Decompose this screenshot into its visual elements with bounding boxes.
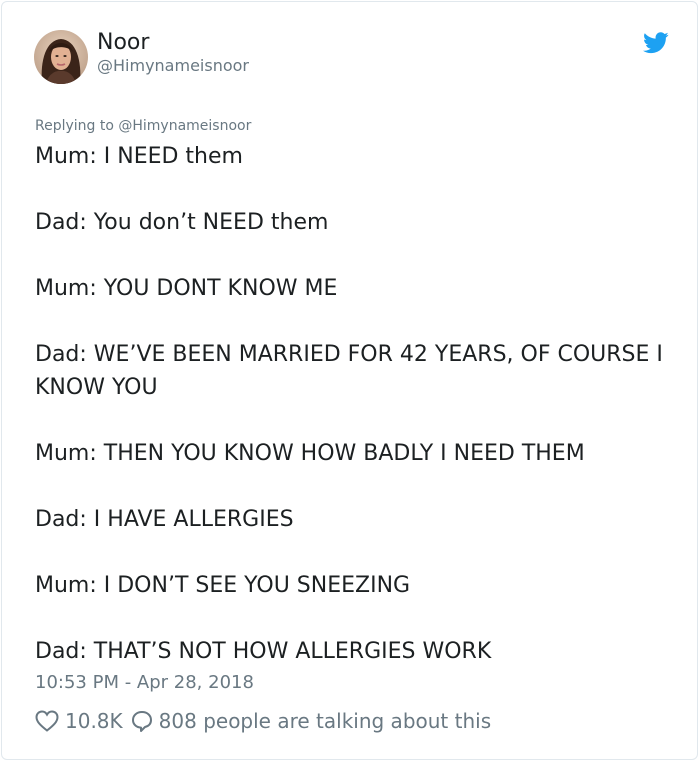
tweet-line: Dad: You don’t NEED them — [35, 210, 329, 235]
tweet-actions: 10.8K 808 people are talking about this — [35, 707, 491, 735]
tweet-line: Dad: WE’VE BEEN MARRIED FOR 42 YEARS, OF… — [35, 342, 663, 400]
tweet-line: Mum: I DON’T SEE YOU SNEEZING — [35, 573, 411, 598]
tweet-card: Noor @Himynameisnoor Replying to @Himyna… — [1, 1, 698, 760]
tweet-text: Mum: I NEED them Dad: You don’t NEED the… — [35, 140, 675, 701]
twitter-bird-icon[interactable] — [643, 32, 669, 54]
talking-about-link[interactable]: 808 people are talking about this — [159, 709, 491, 733]
tweet-line: Mum: I NEED them — [35, 144, 243, 169]
tweet-timestamp[interactable]: 10:53 PM - Apr 28, 2018 — [35, 671, 254, 695]
avatar-image — [34, 30, 88, 84]
heart-icon[interactable] — [35, 710, 59, 732]
author-name[interactable]: Noor — [97, 30, 149, 56]
tweet-line: Dad: I HAVE ALLERGIES — [35, 507, 294, 532]
tweet-line: Dad: THAT’S NOT HOW ALLERGIES WORK — [35, 639, 492, 664]
reply-context[interactable]: Replying to @Himynameisnoor — [35, 117, 251, 135]
tweet-line: Mum: YOU DONT KNOW ME — [35, 276, 338, 301]
avatar[interactable] — [34, 30, 88, 84]
comment-bubble-icon[interactable] — [131, 710, 153, 732]
like-count[interactable]: 10.8K — [65, 709, 123, 733]
author-handle[interactable]: @Himynameisnoor — [97, 56, 249, 76]
tweet-line: Mum: THEN YOU KNOW HOW BADLY I NEED THEM — [35, 441, 585, 466]
